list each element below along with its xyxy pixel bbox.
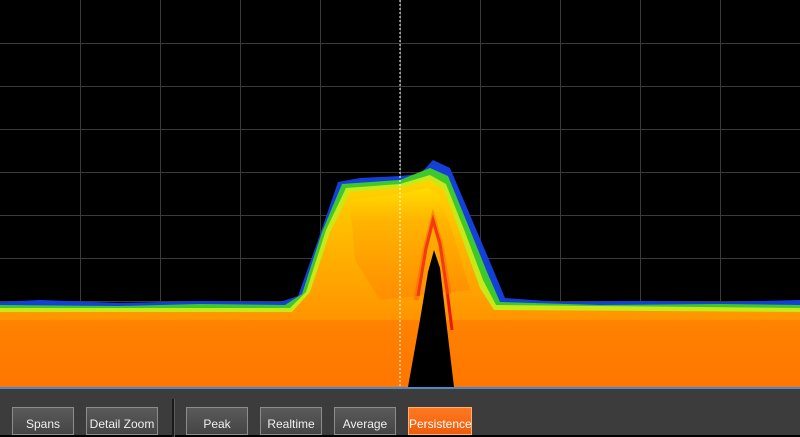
persistence-button[interactable]: Persistence <box>408 407 472 435</box>
detail-zoom-button[interactable]: Detail Zoom <box>86 407 158 435</box>
spectrum-analyzer-app: Spans Detail Zoom Peak Realtime Average … <box>0 0 800 437</box>
realtime-button[interactable]: Realtime <box>260 407 322 435</box>
average-button[interactable]: Average <box>334 407 396 435</box>
toolbar: Spans Detail Zoom Peak Realtime Average … <box>0 387 800 437</box>
persistence-spectrum-display[interactable] <box>0 0 800 387</box>
spans-button[interactable]: Spans <box>12 407 74 435</box>
peak-button[interactable]: Peak <box>186 407 248 435</box>
toolbar-divider <box>172 399 175 437</box>
